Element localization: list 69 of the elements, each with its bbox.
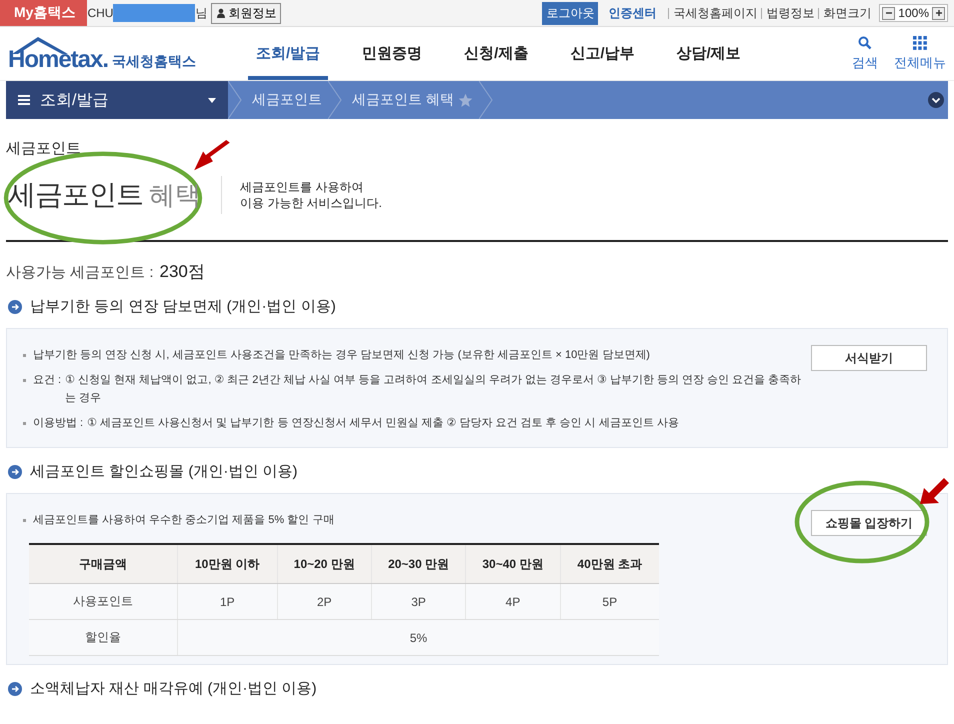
page-title: 세금포인트 — [8, 178, 143, 212]
plus-icon — [934, 9, 942, 17]
bullet-text: ① 세금포인트 사용신청서 및 납부기한 등 연장신청서 세무서 민원실 제출 ② 담당자 요건 검토 후 승인 시 세금포인트 사용 — [87, 416, 679, 431]
arrow-bullet-icon — [8, 464, 22, 478]
zoom-in-button[interactable] — [932, 6, 945, 20]
my-hometax-button[interactable]: My홈택스 — [0, 0, 88, 26]
action-button[interactable]: 쇼핑몰 입장하기 — [811, 510, 927, 536]
cert-center-link[interactable]: 인증센터 — [608, 4, 656, 22]
user-suffix: 님 — [195, 4, 208, 22]
chevron-divider — [478, 81, 493, 119]
all-menu-button[interactable]: 전체메뉴 — [894, 36, 946, 72]
search-button[interactable]: 검색 — [852, 36, 878, 72]
action-button[interactable]: 서식받기 — [811, 345, 927, 371]
menu-dropdown[interactable]: 조회/발급 — [6, 81, 228, 119]
table-header: 30~40 만원 — [466, 544, 560, 584]
table-cell: 3P — [371, 584, 466, 620]
page-subtitle: 혜택 — [149, 179, 201, 212]
table-header: 구매금액 — [29, 544, 178, 584]
search-icon — [858, 36, 872, 50]
points-value: 230점 — [160, 261, 205, 283]
description-text: 이용 가능한 서비스입니다. — [240, 195, 382, 211]
bullet-text: 세금포인트를 사용하여 우수한 중소기업 제품을 5% 할인 구매 — [33, 513, 334, 528]
table-cell: 2P — [277, 584, 372, 620]
pointer-arrow — [192, 140, 232, 172]
pointer-arrow — [918, 476, 950, 506]
table-cell: 사용포인트 — [29, 584, 178, 620]
table-header: 40만원 초과 — [560, 544, 659, 584]
top-link[interactable]: 법령정보 — [766, 4, 814, 22]
table-header: 10만원 이하 — [178, 544, 278, 584]
zoom-out-button[interactable] — [882, 6, 896, 20]
table-header: 20~30 만원 — [371, 544, 466, 584]
top-link[interactable]: 국세청홈페이지 — [673, 4, 758, 22]
arrow-bullet-icon — [8, 300, 22, 314]
section-title: 소액체납자 재산 매각유예 (개인·법인 이용) — [30, 679, 317, 698]
main-menu-tab[interactable]: 신청/제출 — [456, 27, 536, 80]
main-menu-tab[interactable]: 신고/납부 — [562, 27, 643, 80]
expand-icon[interactable] — [928, 92, 944, 108]
description-text: 세금포인트를 사용하여 — [240, 179, 364, 195]
bullet-label: 이용방법 : — [33, 416, 84, 431]
table-cell: 5% — [178, 620, 659, 656]
top-link[interactable]: 화면크기 — [823, 4, 872, 22]
grid-icon — [913, 36, 927, 50]
table-cell: 5P — [560, 584, 659, 620]
main-menu-tab[interactable]: 민원증명 — [354, 27, 430, 80]
table-header: 10~20 만원 — [277, 544, 372, 584]
logout-button[interactable]: 로그아웃 — [542, 2, 598, 24]
logo-name: 국세청홈택스 — [112, 52, 196, 70]
chevron-divider — [228, 81, 242, 119]
logo-text: Hometax. — [8, 48, 108, 72]
section-label: 세금포인트 — [6, 139, 81, 158]
bullet-text: 납부기한 등의 연장 신청 시, 세금포인트 사용조건을 만족하는 경우 담보면제 신청 가능 (보유한 세금포인트 × 10만원 담보면제) — [33, 348, 650, 363]
person-icon — [216, 8, 226, 18]
bullet-text: ① 신청일 현재 체납액이 없고, ② 최근 2년간 체납 사실 여부 등을 고려하여 조세일실의 우려가 없는 경우로서 ③ 납부기한 등의 연장 승인 요건을 충족하는 경우 — [65, 373, 802, 406]
star-icon[interactable] — [458, 92, 473, 108]
user-name: CHU — [87, 6, 114, 20]
chevron-divider — [328, 81, 342, 119]
bullet-label: 요건 : — [33, 373, 62, 388]
main-menu-tab[interactable]: 상담/제보 — [668, 27, 749, 80]
zoom-level: 100% — [898, 6, 929, 20]
caret-icon — [208, 98, 216, 102]
table-cell: 할인율 — [29, 620, 178, 656]
section-title: 납부기한 등의 연장 담보면제 (개인·법인 이용) — [30, 297, 336, 316]
arrow-bullet-icon — [8, 682, 22, 696]
section-title: 세금포인트 할인쇼핑몰 (개인·법인 이용) — [30, 462, 298, 481]
menu-icon — [18, 95, 30, 105]
table-cell: 1P — [178, 584, 278, 620]
table-cell: 4P — [466, 584, 560, 620]
member-info-button[interactable]: 회원정보 — [211, 2, 282, 24]
points-label: 사용가능 세금포인트 : — [6, 263, 154, 282]
